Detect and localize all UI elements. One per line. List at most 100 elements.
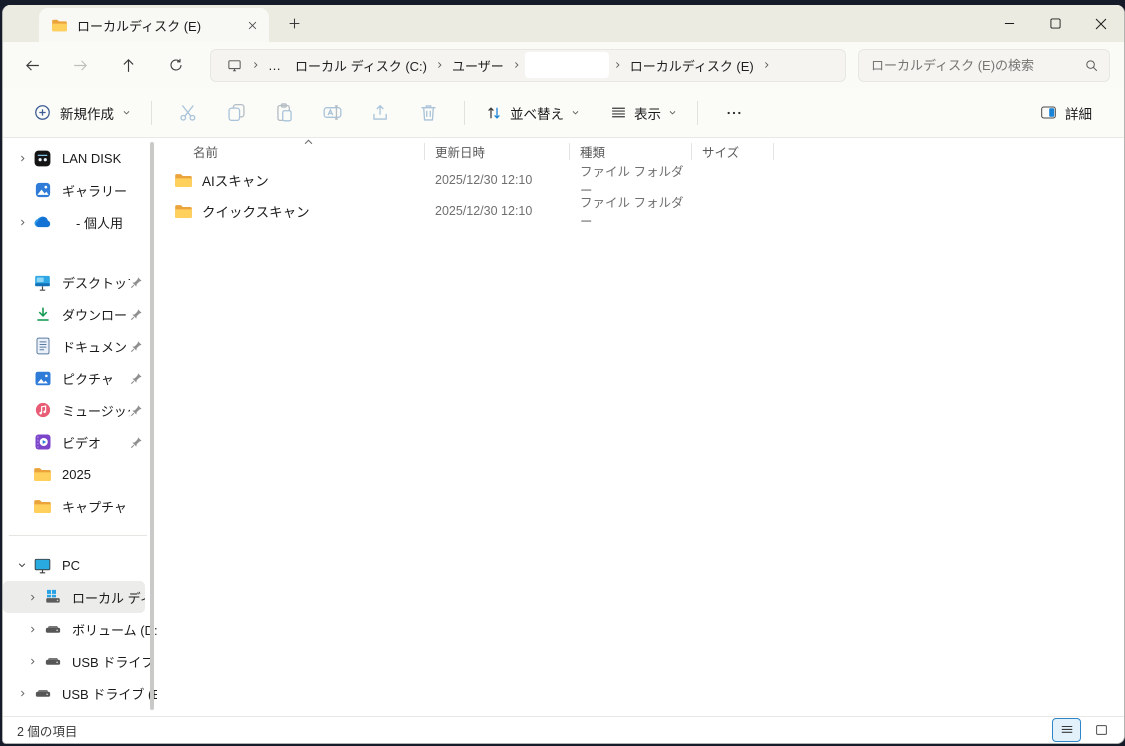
chevron-right-icon — [512, 59, 521, 71]
tab-close-button[interactable] — [241, 14, 263, 36]
desktop-background: ローカルディスク (E) … ローカル ディスク (C:) ユーザー ローカルデ… — [0, 0, 1125, 746]
search-input[interactable] — [869, 56, 1084, 74]
explorer-tab[interactable]: ローカルディスク (E) — [39, 8, 269, 42]
toolbar-divider — [151, 100, 152, 125]
file-type: ファイル フォルダー — [580, 196, 684, 229]
chevron-right-icon — [762, 59, 771, 71]
up-button[interactable] — [111, 48, 145, 82]
maximize-button[interactable] — [1032, 5, 1078, 42]
view-button[interactable]: 表示 — [602, 97, 685, 129]
chevron-right-icon[interactable] — [11, 153, 33, 164]
breadcrumb-ellipsis[interactable]: … — [261, 56, 288, 75]
sort-button[interactable]: 並べ替え — [477, 97, 588, 129]
chevron-right-icon[interactable] — [11, 688, 33, 699]
sidebar-item-videos[interactable]: ビデオ — [3, 426, 157, 458]
refresh-button[interactable] — [159, 48, 193, 82]
sidebar-item-pictures[interactable]: ピクチャ — [3, 362, 157, 394]
chevron-right-icon[interactable] — [21, 624, 43, 635]
split-panel-icon — [1040, 105, 1057, 120]
new-button-label: 新規作成 — [60, 106, 114, 122]
file-row[interactable]: クイックスキャン 2025/12/30 12:10 ファイル フォルダー — [157, 196, 1124, 229]
rename-button[interactable] — [319, 100, 345, 126]
folder-icon — [33, 497, 52, 516]
sidebar-item-downloads[interactable]: ダウンロード — [3, 298, 157, 330]
sidebar-item-usb-drive-e-root[interactable]: USB ドライブ (E:) — [3, 677, 157, 709]
sidebar-item-local-disk-c[interactable]: ローカル ディスク — [3, 581, 145, 613]
videos-icon — [33, 433, 52, 452]
chevron-down-icon[interactable] — [11, 560, 33, 570]
details-pane-button[interactable]: 詳細 — [1032, 97, 1100, 129]
column-header-type[interactable]: 種類 — [570, 142, 692, 160]
more-icon — [727, 111, 741, 114]
column-header-name[interactable]: 名前 — [157, 142, 425, 160]
pin-icon — [130, 308, 143, 321]
breadcrumb-redacted-segment[interactable] — [524, 52, 609, 78]
pin-icon — [130, 372, 143, 385]
sidebar-scrollbar[interactable] — [150, 142, 154, 710]
sidebar-item-documents[interactable]: ドキュメント — [3, 330, 157, 362]
breadcrumb-drive-e[interactable]: ローカルディスク (E) — [623, 54, 761, 77]
breadcrumb-drive-c[interactable]: ローカル ディスク (C:) — [288, 54, 434, 77]
column-header-size[interactable]: サイズ — [692, 142, 774, 160]
address-bar[interactable]: … ローカル ディスク (C:) ユーザー ローカルディスク (E) — [210, 48, 846, 82]
drive-icon — [43, 620, 62, 639]
file-row[interactable]: AIスキャン 2025/12/30 12:10 ファイル フォルダー — [157, 165, 1124, 198]
sort-ascending-caret-icon — [303, 138, 314, 146]
chevron-right-icon[interactable] — [21, 592, 43, 603]
navigation-pane: LAN DISK ギャラリー - 個人用 デスクトップ — [3, 138, 157, 716]
sidebar-item-capture[interactable]: キャプチャ — [3, 490, 157, 522]
sidebar-item-2025[interactable]: 2025 — [3, 458, 157, 490]
title-bar: ローカルディスク (E) — [3, 5, 1124, 42]
file-list-area: 名前 更新日時 種類 サイズ AIスキャン 2025/12/30 12:10 フ… — [157, 138, 1124, 716]
breadcrumb-users[interactable]: ユーザー — [445, 54, 511, 77]
navigation-bar: … ローカル ディスク (C:) ユーザー ローカルディスク (E) — [3, 42, 1124, 88]
thumbnails-view-button[interactable] — [1087, 718, 1116, 742]
drive-icon — [33, 684, 52, 703]
sidebar-item-volume-d[interactable]: ボリューム (D:) — [3, 613, 157, 645]
file-name: AIスキャン — [202, 174, 269, 189]
details-view-icon — [1061, 725, 1072, 733]
sidebar-divider — [9, 535, 147, 536]
file-modified: 2025/12/30 12:10 — [435, 204, 533, 218]
sidebar-item-desktop[interactable]: デスクトップ — [3, 266, 157, 298]
details-view-button[interactable] — [1052, 718, 1081, 742]
view-list-icon — [610, 104, 627, 121]
sidebar-item-usb-drive-e[interactable]: USB ドライブ (E:) — [3, 645, 157, 677]
sidebar-item-music[interactable]: ミュージック — [3, 394, 157, 426]
copy-button[interactable] — [223, 100, 249, 126]
main-area: LAN DISK ギャラリー - 個人用 デスクトップ — [3, 138, 1124, 716]
delete-button[interactable] — [415, 100, 441, 126]
search-box[interactable] — [858, 48, 1110, 82]
pc-monitor-icon — [33, 556, 52, 575]
new-button[interactable]: 新規作成 — [25, 97, 139, 129]
view-toggle-buttons — [1052, 718, 1116, 742]
back-button[interactable] — [15, 48, 49, 82]
this-pc-icon[interactable] — [219, 56, 250, 75]
more-options-button[interactable] — [721, 100, 747, 126]
folder-icon — [174, 172, 193, 188]
sidebar-item-onedrive-personal[interactable]: - 個人用 — [3, 206, 157, 238]
forward-button[interactable] — [63, 48, 97, 82]
column-header-modified[interactable]: 更新日時 — [425, 142, 570, 160]
share-button[interactable] — [367, 100, 393, 126]
search-icon[interactable] — [1084, 58, 1099, 73]
command-bar: 新規作成 並べ替え 表示 詳細 — [3, 88, 1124, 138]
new-tab-button[interactable] — [281, 11, 307, 37]
sidebar-item-gallery[interactable]: ギャラリー — [3, 174, 157, 206]
cut-button[interactable] — [175, 100, 201, 126]
pictures-icon — [33, 369, 52, 388]
sidebar-item-pc[interactable]: PC — [3, 549, 157, 581]
paste-button[interactable] — [271, 100, 297, 126]
view-button-label: 表示 — [634, 106, 661, 122]
minimize-button[interactable] — [986, 5, 1032, 42]
chevron-right-icon[interactable] — [21, 656, 43, 667]
toolbar-divider — [697, 100, 698, 125]
sidebar-item-lan-disk[interactable]: LAN DISK — [3, 142, 157, 174]
details-pane-label: 詳細 — [1065, 106, 1092, 122]
chevron-right-icon[interactable] — [11, 217, 33, 228]
music-icon — [33, 401, 52, 420]
close-button[interactable] — [1078, 5, 1124, 42]
chevron-down-icon — [123, 111, 130, 115]
status-bar: 2 個の項目 — [3, 716, 1124, 743]
